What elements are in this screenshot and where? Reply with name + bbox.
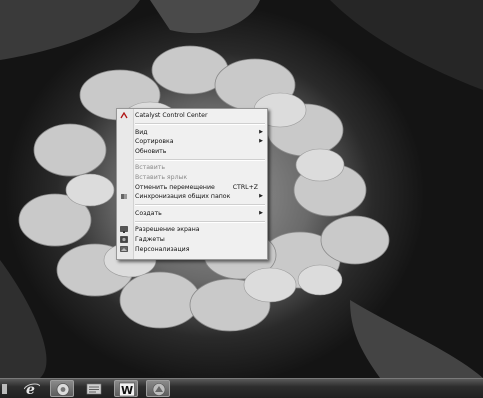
menu-item-label: Вид [135, 128, 148, 136]
menu-item-label: Вставить ярлык [135, 173, 188, 181]
submenu-arrow-icon: ▶ [259, 128, 263, 135]
menu-item-personalization[interactable]: Персонализация [117, 245, 267, 255]
submenu-arrow-icon: ▶ [259, 138, 263, 145]
taskbar-app[interactable] [146, 380, 170, 397]
menu-item-label: Создать [135, 209, 162, 217]
menu-item-label: Гаджеты [135, 235, 165, 243]
taskbar-word[interactable]: W [114, 380, 138, 397]
menu-separator [135, 123, 265, 126]
screen-resolution-icon [120, 226, 128, 234]
menu-item-label: Отменить перемещение [135, 183, 215, 191]
menu-item-label: Персонализация [135, 245, 190, 253]
menu-item-undo-move[interactable]: Отменить перемещение CTRL+Z [117, 183, 267, 193]
menu-item-shortcut: CTRL+Z [232, 183, 258, 191]
taskbar: e W [0, 378, 483, 398]
svg-text:W: W [121, 384, 133, 397]
menu-separator [135, 158, 265, 161]
menu-item-sort[interactable]: Сортировка ▶ [117, 137, 267, 147]
menu-item-create[interactable]: Создать ▶ [117, 209, 267, 219]
menu-item-gadgets[interactable]: Гаджеты [117, 235, 267, 245]
gadgets-icon [120, 236, 128, 243]
menu-separator [135, 220, 265, 223]
catalyst-icon [120, 111, 128, 119]
personalization-icon [120, 245, 128, 253]
ie-icon: e [24, 382, 40, 396]
start-button[interactable] [0, 380, 12, 397]
menu-item-refresh[interactable]: Обновить [117, 147, 267, 157]
media-player-icon [56, 383, 70, 396]
app-icon [152, 383, 166, 396]
taskbar-media-player[interactable] [50, 380, 74, 397]
submenu-arrow-icon: ▶ [259, 193, 263, 200]
submenu-arrow-icon: ▶ [259, 209, 263, 216]
menu-item-catalyst-control-center[interactable]: Catalyst Control Center [117, 111, 267, 121]
menu-item-label: Обновить [135, 147, 167, 155]
file-explorer-icon [86, 383, 102, 395]
desktop[interactable]: Catalyst Control Center Вид ▶ Сортировка… [0, 0, 483, 378]
menu-item-label: Вставить [135, 164, 165, 172]
desktop-context-menu: Catalyst Control Center Вид ▶ Сортировка… [116, 108, 268, 260]
taskbar-internet-explorer[interactable]: e [20, 380, 44, 397]
menu-item-label: Разрешение экрана [135, 226, 200, 234]
menu-item-view[interactable]: Вид ▶ [117, 128, 267, 138]
sync-icon [120, 193, 128, 200]
menu-separator [135, 204, 265, 207]
menu-item-label: Сортировка [135, 138, 174, 146]
menu-item-paste: Вставить [117, 163, 267, 173]
menu-item-sync-shared-folders[interactable]: Синхронизация общих папок ▶ [117, 192, 267, 202]
start-orb-icon [2, 384, 7, 394]
menu-item-screen-resolution[interactable]: Разрешение экрана [117, 225, 267, 235]
menu-item-label: Catalyst Control Center [135, 112, 208, 119]
menu-item-label: Синхронизация общих папок [135, 193, 231, 201]
taskbar-file-explorer[interactable] [82, 380, 106, 397]
menu-item-paste-shortcut: Вставить ярлык [117, 173, 267, 183]
word-icon: W [119, 382, 135, 397]
